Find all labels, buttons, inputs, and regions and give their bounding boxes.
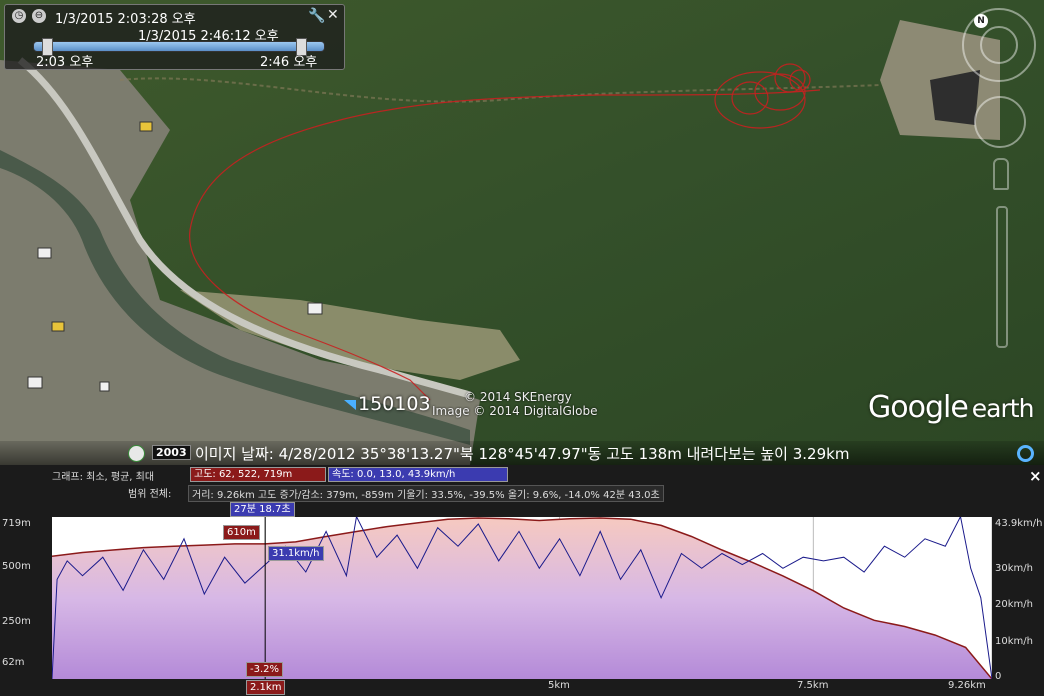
x-tick-9.26km: 9.26km <box>948 680 986 691</box>
copyright-skenergy: © 2014 SKEnergy <box>464 390 572 404</box>
range-stats: 거리: 9.26km 고도 증가/감소: 379m, -859m 기울기: 33… <box>188 485 664 502</box>
speed-stat-tab[interactable]: 속도: 0.0, 13.0, 43.9km/h <box>328 467 508 482</box>
time-slider-panel: ◷ ⊖ 1/3/2015 2:03:28 오후 1/3/2015 2:46:12… <box>4 4 345 70</box>
imagery-year-badge[interactable]: 2003 <box>152 445 191 460</box>
altitude-stat-tab[interactable]: 고도: 62, 522, 719m <box>190 467 326 482</box>
y-tick-left-62: 62m <box>2 657 25 668</box>
clock-icon[interactable]: ◷ <box>12 9 26 23</box>
north-icon[interactable]: N <box>974 14 988 28</box>
y-tick-left-500: 500m <box>2 561 31 572</box>
x-tick-5km: 5km <box>548 680 570 691</box>
cursor-slope-label: -3.2% <box>246 662 284 677</box>
zoom-out-icon[interactable]: ⊖ <box>32 9 46 23</box>
cursor-altitude-label: 610m <box>223 525 260 540</box>
y-tick-left-250: 250m <box>2 616 31 627</box>
copyright-digitalglobe: Image © 2014 DigitalGlobe <box>432 404 598 418</box>
move-ring[interactable] <box>974 96 1026 148</box>
close-icon[interactable]: ✕ <box>327 7 339 23</box>
x-tick-7.5km: 7.5km <box>797 680 829 691</box>
y-tick-right-43.9: 43.9km/h <box>995 518 1043 529</box>
map-view[interactable]: ◷ ⊖ 1/3/2015 2:03:28 오후 1/3/2015 2:46:12… <box>0 0 1044 465</box>
wrench-icon[interactable]: 🔧 <box>308 8 325 24</box>
zoom-slider[interactable] <box>996 206 1008 348</box>
y-tick-right-10: 10km/h <box>995 636 1033 647</box>
placemark-label: 150103 <box>358 393 431 415</box>
placemark-icon <box>344 400 356 410</box>
map-attribution: © 2014 SKEnergy Image © 2014 DigitalGlob… <box>432 390 597 418</box>
start-time-label: 2:03 오후 <box>36 55 94 70</box>
y-tick-right-20: 20km/h <box>995 599 1033 610</box>
placemark[interactable]: 150103 <box>344 393 431 415</box>
streaming-indicator-icon <box>1017 445 1034 462</box>
google-earth-logo: Google earth <box>868 390 1035 425</box>
historical-imagery-icon[interactable] <box>128 445 145 462</box>
close-profile-icon[interactable]: × <box>1029 467 1042 485</box>
graph-label: 그래프: 최소, 평균, 최대 <box>52 472 155 483</box>
cursor-speed-label: 31.1km/h <box>268 546 324 561</box>
range-label: 범위 전체: <box>128 489 172 500</box>
street-view-icon[interactable] <box>993 158 1009 190</box>
y-tick-right-30: 30km/h <box>995 563 1033 574</box>
status-bar: 2003 이미지 날짜: 4/28/2012 35°38'13.27"북 128… <box>0 441 1044 465</box>
y-tick-left-719: 719m <box>2 518 31 529</box>
logo-earth: earth <box>971 394 1035 423</box>
logo-google: Google <box>868 390 969 425</box>
look-ring-inner <box>980 26 1018 64</box>
status-text: 이미지 날짜: 4/28/2012 35°38'13.27"북 128°45'4… <box>195 445 850 463</box>
y-tick-right-0: 0 <box>995 671 1002 682</box>
elevation-speed-chart[interactable] <box>52 517 992 679</box>
end-time-label: 2:46 오후 <box>260 55 318 70</box>
cursor-time-label: 27분 18.7초 <box>230 502 295 517</box>
cursor-distance-label: 2.1km <box>246 680 286 695</box>
